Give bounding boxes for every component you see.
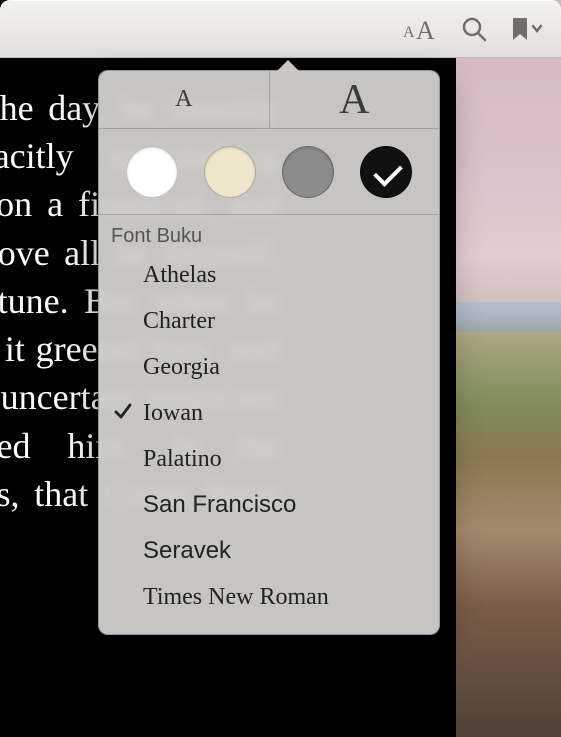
theme-swatch-white[interactable] <box>126 146 178 198</box>
font-list: Athelas Charter Georgia Iowan Palatino San Fr… <box>99 248 439 634</box>
bookmark-menu-button[interactable] <box>509 16 543 42</box>
appearance-button[interactable]: A A <box>399 16 439 42</box>
font-option-label: Georgia <box>143 354 220 381</box>
increase-font-label: A <box>339 76 369 124</box>
chevron-down-icon <box>533 26 541 31</box>
desktop-wallpaper <box>456 0 561 737</box>
decrease-font-label: A <box>175 86 192 113</box>
theme-row <box>99 129 439 215</box>
font-option-georgia[interactable]: Georgia <box>99 344 439 390</box>
appearance-popover: A A Font Buku Athelas Charter Georgia Iowan… <box>98 70 440 635</box>
font-size-row: A A <box>99 71 439 129</box>
font-option-charter[interactable]: Charter <box>99 298 439 344</box>
appearance-icon: A A <box>399 16 439 42</box>
font-option-iowan[interactable]: Iowan <box>99 390 439 436</box>
check-icon <box>113 402 133 422</box>
font-option-label: San Francisco <box>143 491 296 519</box>
font-option-label: Palatino <box>143 446 222 473</box>
decrease-font-button[interactable]: A <box>99 71 269 128</box>
font-option-label: Times New Roman <box>143 584 329 611</box>
search-icon <box>461 16 487 42</box>
font-option-athelas[interactable]: Athelas <box>99 252 439 298</box>
font-option-san-francisco[interactable]: San Francisco <box>99 482 439 528</box>
font-option-label: Seravek <box>143 537 231 565</box>
font-option-label: Athelas <box>143 262 216 289</box>
font-option-palatino[interactable]: Palatino <box>99 436 439 482</box>
theme-swatch-sepia[interactable] <box>204 146 256 198</box>
font-option-label: Iowan <box>143 400 203 427</box>
toolbar: A A <box>0 0 561 58</box>
bookmark-icon <box>509 16 543 42</box>
theme-swatch-black[interactable] <box>360 146 412 198</box>
font-option-times-new-roman[interactable]: Times New Roman <box>99 574 439 620</box>
svg-text:A: A <box>416 16 435 42</box>
font-option-label: Charter <box>143 308 215 335</box>
font-option-seravek[interactable]: Seravek <box>99 528 439 574</box>
search-button[interactable] <box>461 16 487 42</box>
font-section-label: Font Buku <box>99 215 439 248</box>
increase-font-button[interactable]: A <box>269 71 440 128</box>
theme-swatch-gray[interactable] <box>282 146 334 198</box>
svg-text:A: A <box>403 24 415 41</box>
